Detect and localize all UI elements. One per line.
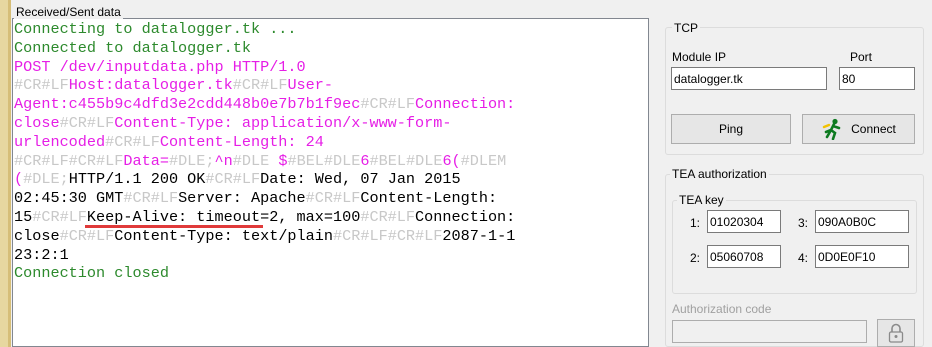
tea-key-4-input[interactable]	[815, 245, 909, 268]
log-segment: (	[14, 170, 24, 189]
log-segment: Connected to datalogger.tk	[14, 38, 251, 57]
authorization-code-input[interactable]	[672, 320, 867, 343]
log-segment: Date: Wed, 07 Jan 2015	[260, 170, 461, 189]
log-segment: ^n	[214, 151, 233, 170]
authorization-code-label: Authorization code	[672, 302, 772, 316]
log-segment: #DLE	[232, 151, 279, 170]
log-segment: 15	[14, 207, 33, 226]
log-segment: Content-Type: text/plain	[114, 226, 334, 245]
log-segment: Agent:c455b9c4dfd3e2cdd448b0e7b7b1f9ec	[14, 95, 361, 114]
tea-key-2-input[interactable]	[707, 245, 781, 268]
padlock-icon	[888, 323, 904, 343]
log-segment: #CR#LF	[59, 226, 115, 245]
log-segment: Connection:	[415, 95, 516, 114]
log-segment: #BEL#DLE	[369, 151, 443, 170]
log-segment: #DLE;	[168, 151, 215, 170]
log-segment: #CR#LF	[14, 76, 69, 95]
log-segment: 23:2:1	[14, 245, 69, 264]
port-label: Port	[850, 50, 873, 64]
log-segment: close	[14, 113, 60, 132]
log-segment: Content-Type: application/x-www-form-	[114, 113, 452, 132]
log-segment: 6	[360, 151, 370, 170]
log-segment: HTTP/1.1 200 OK	[68, 170, 206, 189]
connect-button-label: Connect	[851, 122, 896, 136]
log-segment: #CR#LF	[105, 132, 160, 151]
ping-button[interactable]: Ping	[671, 114, 791, 144]
log-segment: Connecting to datalogger.tk ...	[14, 20, 297, 38]
tea-key-3-label: 3:	[798, 216, 809, 230]
tea-key-4-label: 4:	[798, 251, 809, 265]
log-segment: Server: Apache	[178, 189, 306, 208]
log-segment: Content-Length: 24	[159, 132, 324, 151]
tea-key-1-input[interactable]	[707, 210, 781, 233]
log-segment: close	[14, 226, 60, 245]
log-segment: POST /dev/inputdata.php HTTP/1.0	[14, 57, 306, 76]
module-ip-input[interactable]	[671, 67, 827, 90]
log-segment: #CR#LF	[232, 76, 288, 95]
log-segment: #CR#LF#CR#LF	[14, 151, 124, 170]
log-segment: #BEL#DLE	[287, 151, 361, 170]
log-text[interactable]: Connecting to datalogger.tk ... Connecte…	[14, 20, 644, 283]
connect-button[interactable]: Connect	[802, 114, 915, 144]
window-edge-shadow	[8, 0, 11, 347]
tea-key-2-label: 2:	[690, 251, 701, 265]
log-segment: Connection:	[415, 207, 516, 226]
log-segment: Content-Length:	[360, 189, 498, 208]
tcp-group-title: TCP	[672, 21, 700, 35]
http-ok-underline	[85, 225, 263, 228]
log-segment: #CR#LF	[32, 207, 87, 226]
port-input[interactable]	[839, 67, 915, 90]
log-segment: #CR#LF	[305, 189, 361, 208]
log-segment: Host:datalogger.tk	[68, 76, 233, 95]
log-segment: #DLEM	[460, 151, 507, 170]
log-segment: Connection closed	[14, 264, 169, 283]
lock-button[interactable]	[877, 319, 915, 347]
running-man-icon	[822, 118, 841, 140]
tea-key-3-input[interactable]	[815, 210, 909, 233]
log-segment: #CR#LF	[205, 170, 261, 189]
window-edge-strip	[0, 0, 8, 347]
log-segment: #CR#LF	[123, 189, 179, 208]
log-segment: Keep-Alive: timeout=2, max=100	[86, 207, 361, 226]
tea-key-1-label: 1:	[690, 216, 701, 230]
module-ip-label: Module IP	[672, 50, 727, 64]
log-segment: 02:45:30 GMT	[14, 189, 124, 208]
log-segment: #CR#LF	[59, 113, 115, 132]
log-segment: User-	[287, 76, 334, 95]
log-segment: urlencoded	[14, 132, 106, 151]
log-segment: #DLE;	[23, 170, 69, 189]
ping-button-label: Ping	[718, 122, 744, 136]
log-segment: Data=	[123, 151, 169, 170]
log-segment: 6(	[442, 151, 461, 170]
tea-key-title: TEA key	[677, 193, 726, 207]
log-segment: #CR#LF	[360, 95, 416, 114]
log-segment: #CR#LF#CR#LF	[333, 226, 443, 245]
log-title: Received/Sent data	[14, 5, 123, 19]
log-segment: #CR#LF	[360, 207, 416, 226]
log-segment: 2087-1-1	[442, 226, 516, 245]
tea-group-title: TEA authorization	[670, 167, 769, 181]
